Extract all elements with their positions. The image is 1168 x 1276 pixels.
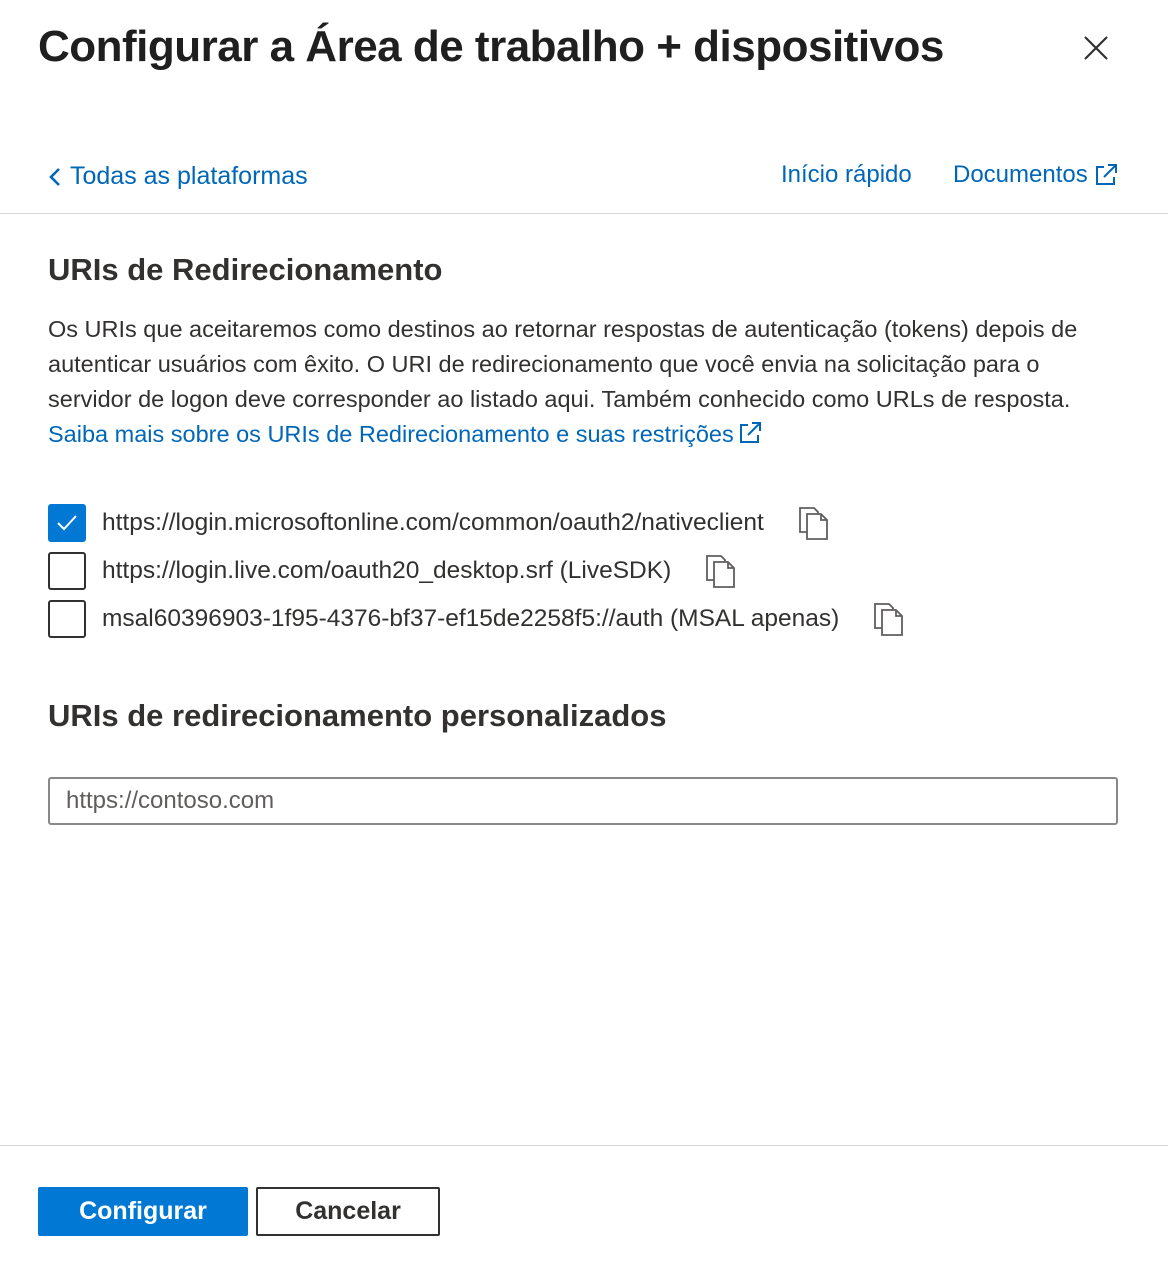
redirect-uri-label: msal60396903-1f95-4376-bf37-ef15de2258f5… [102, 605, 840, 632]
dialog-title: Configurar a Área de trabalho + disposit… [38, 22, 944, 71]
chevron-left-icon [49, 167, 60, 186]
learn-more-link[interactable]: Saiba mais sobre os URIs de Redirecionam… [48, 421, 764, 447]
configure-button[interactable]: Configurar [38, 1187, 248, 1236]
description-text: Os URIs que aceitaremos como destinos ao… [48, 316, 1078, 412]
redirect-uri-row: https://login.live.com/oauth20_desktop.s… [48, 551, 737, 591]
custom-redirect-uri-input[interactable] [48, 777, 1118, 825]
copy-button[interactable] [871, 600, 905, 638]
copy-icon [874, 603, 904, 636]
copy-icon [798, 507, 828, 540]
copy-icon [706, 555, 736, 588]
redirect-uri-row: https://login.microsoftonline.com/common… [48, 503, 830, 543]
back-link-label: Todas as plataformas [70, 162, 308, 190]
docs-link[interactable]: Documentos [953, 161, 1120, 189]
close-icon [1084, 36, 1108, 60]
footer-divider [0, 1145, 1168, 1146]
nav-bar: Todas as plataformas Início rápido Docum… [0, 158, 1168, 214]
close-button[interactable] [1078, 30, 1114, 66]
cancel-button[interactable]: Cancelar [256, 1187, 440, 1236]
learn-more-label: Saiba mais sobre os URIs de Redirecionam… [48, 421, 734, 447]
checkmark-icon [57, 515, 77, 531]
redirect-uris-heading: URIs de Redirecionamento [48, 252, 443, 287]
docs-link-label: Documentos [953, 161, 1088, 188]
external-link-icon [1095, 164, 1117, 185]
redirect-uri-checkbox[interactable] [48, 504, 86, 542]
quickstart-link[interactable]: Início rápido [781, 161, 912, 189]
copy-button[interactable] [796, 504, 830, 542]
redirect-uri-label: https://login.microsoftonline.com/common… [102, 509, 764, 536]
copy-button[interactable] [703, 552, 737, 590]
redirect-uris-description: Os URIs que aceitaremos como destinos ao… [48, 312, 1128, 452]
redirect-uri-label: https://login.live.com/oauth20_desktop.s… [102, 557, 672, 584]
redirect-uri-checkbox[interactable] [48, 600, 86, 638]
back-to-all-platforms-link[interactable]: Todas as plataformas [46, 162, 308, 191]
redirect-uri-checkbox[interactable] [48, 552, 86, 590]
custom-redirect-uris-heading: URIs de redirecionamento personalizados [48, 698, 667, 733]
redirect-uri-row: msal60396903-1f95-4376-bf37-ef15de2258f5… [48, 599, 905, 639]
external-link-icon [739, 422, 761, 443]
